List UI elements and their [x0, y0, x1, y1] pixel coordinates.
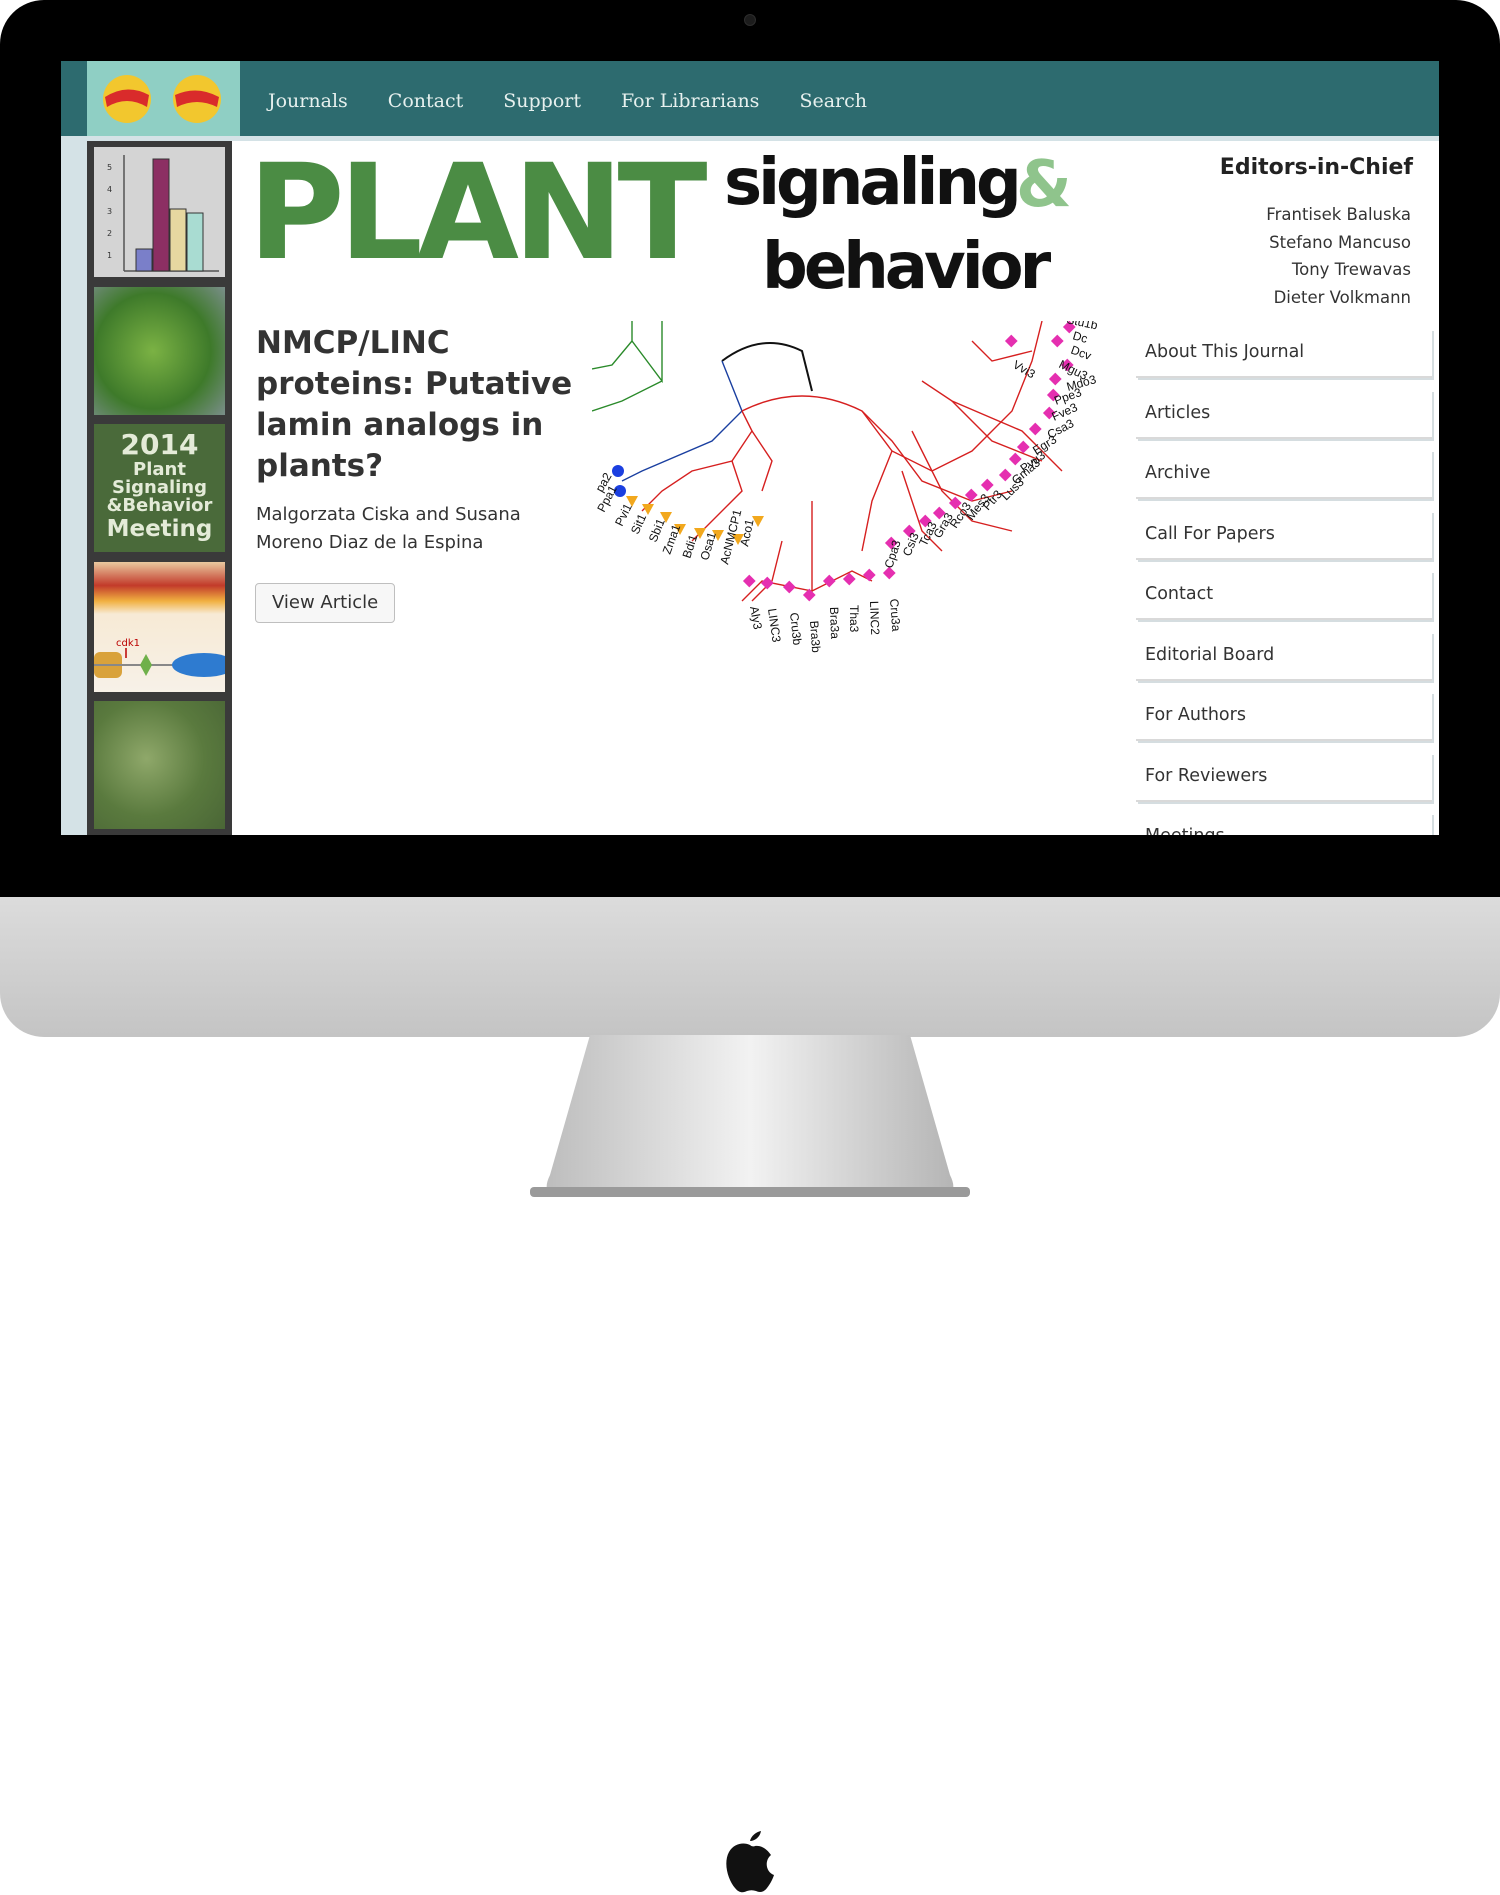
gene-label: cdk1 [116, 638, 140, 649]
menu-item-meetings[interactable]: Meetings [1136, 813, 1432, 835]
browser-viewport: Journals Contact Support For Librarians … [61, 61, 1439, 835]
tick-label: 5 [107, 163, 113, 172]
menu-item-contact[interactable]: Contact [1136, 571, 1432, 620]
menu-item-articles[interactable]: Articles [1136, 389, 1432, 439]
thumbnail-plant-leaves[interactable] [94, 287, 225, 415]
tree-leaf-label: Bra3b [807, 620, 823, 653]
editor-name: Dieter Volkmann [1273, 287, 1411, 307]
seeds-logo-icon [103, 75, 221, 123]
tick-label: 3 [107, 207, 113, 216]
tree-leaf-label: Cru3b [787, 612, 804, 646]
tree-leaf-marker [760, 576, 774, 590]
tree-leaf-marker [1050, 334, 1064, 348]
editor-name: Tony Trewavas [1291, 260, 1411, 279]
tree-leaf-marker [1028, 422, 1042, 436]
meeting-line: &Behavior [106, 495, 213, 516]
top-nav-bar: Journals Contact Support For Librarians … [61, 61, 1439, 136]
masthead-plant: PLANT [248, 136, 708, 290]
journal-menu: About This Journal Articles Archive Call… [1136, 329, 1432, 835]
tree-leaf-marker [782, 580, 796, 594]
tree-leaf-marker [742, 574, 756, 588]
monitor-stand [530, 1035, 970, 1197]
tree-leaf-label: Dcv [1069, 343, 1093, 363]
monitor-chin [0, 897, 1500, 1893]
masthead-ampersand: & [1016, 148, 1072, 222]
thumbnail-gene-diagram[interactable]: cdk1 [94, 562, 225, 692]
phylogenetic-tree-figure: pa2Ppa1Pvi1Sit1Sbi1Zma1Bdi1Osa1AcNMCP1Ac… [592, 321, 1099, 653]
bar-chart-icon [123, 155, 219, 272]
tree-leaf-marker [612, 465, 624, 477]
tree-leaf-label: LINC3 [765, 607, 784, 643]
masthead-behavior: behavior [762, 230, 1051, 304]
tree-leaf-marker [822, 574, 836, 588]
editor-name: Frantisek Baluska [1266, 205, 1411, 224]
tick-label: 4 [107, 185, 113, 194]
nav-link-for-librarians[interactable]: For Librarians [621, 90, 759, 112]
menu-item-for-authors[interactable]: For Authors [1136, 692, 1432, 741]
tree-leaf-label: Bra3a [827, 607, 842, 640]
view-article-button[interactable]: View Article [255, 583, 396, 623]
menu-item-archive[interactable]: Archive [1136, 450, 1432, 499]
menu-item-call-for-papers[interactable]: Call For Papers [1136, 510, 1432, 560]
tree-leaf-label: Tha3 [847, 605, 861, 633]
gene-diagram-icon [94, 648, 225, 678]
journal-logo[interactable] [87, 61, 240, 136]
meeting-year: 2014 [120, 428, 199, 461]
masthead-signaling: signaling [724, 146, 1022, 220]
camera-icon [744, 14, 756, 26]
thumbnail-bar-chart[interactable]: 5 4 3 2 1 [94, 147, 225, 277]
nav-links: Journals Contact Support For Librarians … [268, 90, 907, 112]
featured-article-title[interactable]: NMCP/LINC proteins: Putative lamin analo… [256, 323, 586, 487]
tree-leaf-label: Aly3 [747, 605, 765, 631]
nav-link-search[interactable]: Search [799, 90, 867, 112]
tree-leaf-marker [862, 568, 876, 582]
main-content: PLANT signaling & behavior NMCP/LINC pro… [232, 141, 1439, 835]
menu-item-for-reviewers[interactable]: For Reviewers [1136, 752, 1432, 802]
featured-article-authors: Malgorzata Ciska and Susana Moreno Diaz … [256, 504, 521, 553]
editor-name: Stefano Mancuso [1269, 232, 1411, 252]
thumbnail-meeting-2014[interactable]: 2014 Plant Signaling &Behavior Meeting [94, 424, 225, 552]
tick-label: 2 [107, 229, 113, 238]
meeting-line: Meeting [106, 516, 213, 542]
tree-leaf-label: Vvi3 [1011, 357, 1038, 381]
thumbnail-leaf-texture[interactable] [94, 701, 225, 829]
tree-leaf-marker [1048, 372, 1062, 386]
menu-item-editorial-board[interactable]: Editorial Board [1136, 631, 1432, 681]
nav-link-support[interactable]: Support [503, 90, 581, 112]
tick-label: 1 [107, 251, 113, 260]
editors-list: Frantisek Baluska Stefano Mancuso Tony T… [1266, 201, 1411, 311]
tree-leaf-marker [1004, 334, 1018, 348]
nav-link-journals[interactable]: Journals [268, 90, 348, 112]
tree-leaf-label: Cru3a [887, 598, 903, 632]
nav-link-contact[interactable]: Contact [388, 90, 463, 112]
apple-logo-icon [726, 1831, 774, 1893]
tree-leaf-label: LINC2 [867, 601, 882, 636]
editors-heading: Editors-in-Chief [1219, 155, 1413, 180]
cover-thumbnail-strip: 5 4 3 2 1 2014 Plant Signaling &Behavior… [87, 141, 232, 835]
menu-item-about[interactable]: About This Journal [1136, 329, 1432, 378]
